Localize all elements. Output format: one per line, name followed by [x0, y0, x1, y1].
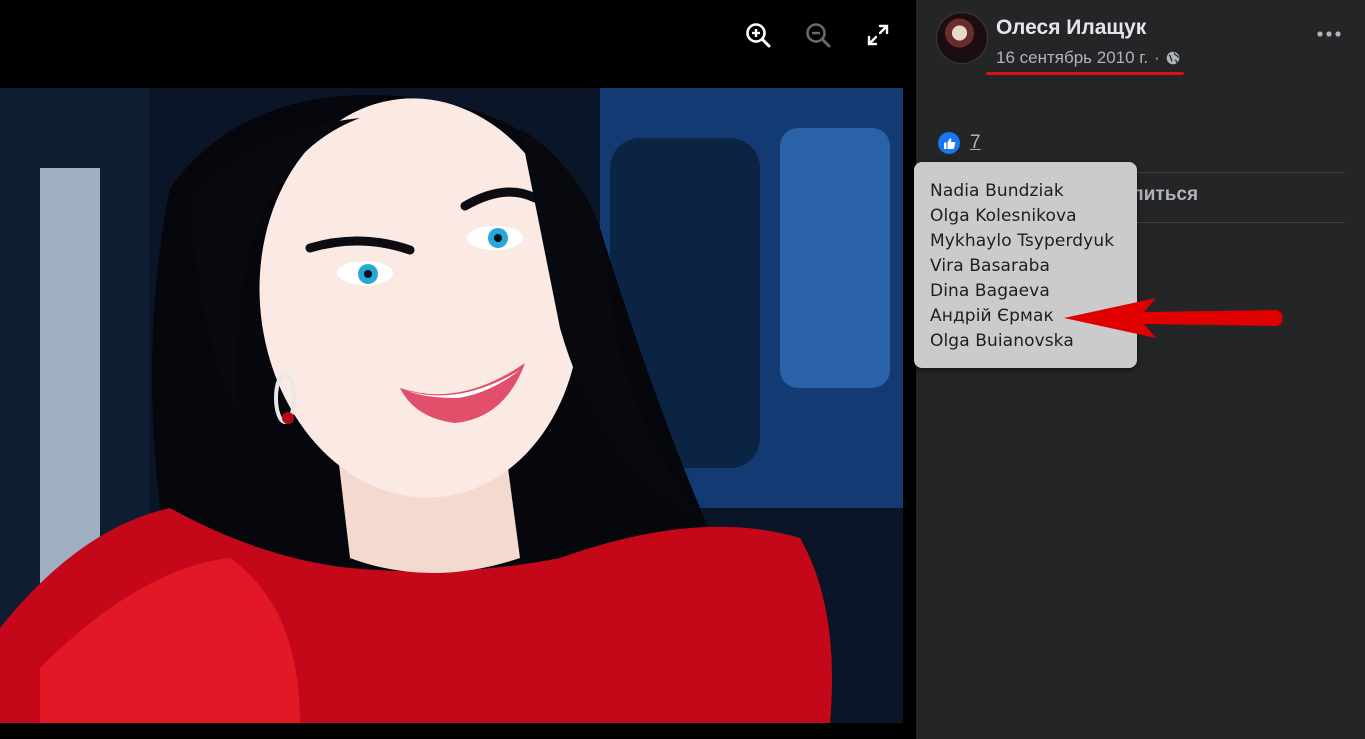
more-dots-icon [1317, 31, 1341, 37]
post-date[interactable]: 16 сентябрь 2010 г. [996, 48, 1148, 68]
post-photo[interactable] [0, 88, 903, 723]
globe-icon[interactable] [1166, 51, 1180, 65]
zoom-out-button[interactable] [801, 18, 835, 52]
meta-separator: · [1154, 48, 1160, 67]
liker-name: Vira Basaraba [930, 256, 1051, 276]
fullscreen-icon [867, 24, 889, 46]
liker-name: Nadia Bundziak [930, 181, 1064, 201]
post-sidebar: Олеся Илащук 16 сентябрь 2010 г. · 7 Под… [916, 0, 1365, 739]
zoom-out-icon [806, 23, 831, 48]
photo-viewer-page: Олеся Илащук 16 сентябрь 2010 г. · 7 Под… [0, 0, 1365, 739]
photo-image [0, 88, 903, 723]
liker-name: Mykhaylo Tsyperdyuk [930, 231, 1115, 251]
thumbs-up-icon [938, 132, 960, 154]
reactions-summary[interactable]: 7 [938, 132, 981, 154]
liker-name: Olga Kolesnikova [930, 206, 1077, 226]
like-count[interactable]: 7 [970, 132, 981, 154]
fullscreen-button[interactable] [861, 18, 895, 52]
author-name[interactable]: Олеся Илащук [996, 16, 1146, 40]
annotation-arrow [1064, 298, 1283, 338]
zoom-in-icon [746, 23, 771, 48]
more-options-button[interactable] [1311, 20, 1347, 48]
post-meta: 16 сентябрь 2010 г. · [996, 48, 1180, 68]
zoom-in-button[interactable] [741, 18, 775, 52]
date-highlight-underline [986, 72, 1184, 75]
photo-viewer [0, 0, 916, 739]
author-avatar[interactable] [936, 12, 988, 64]
